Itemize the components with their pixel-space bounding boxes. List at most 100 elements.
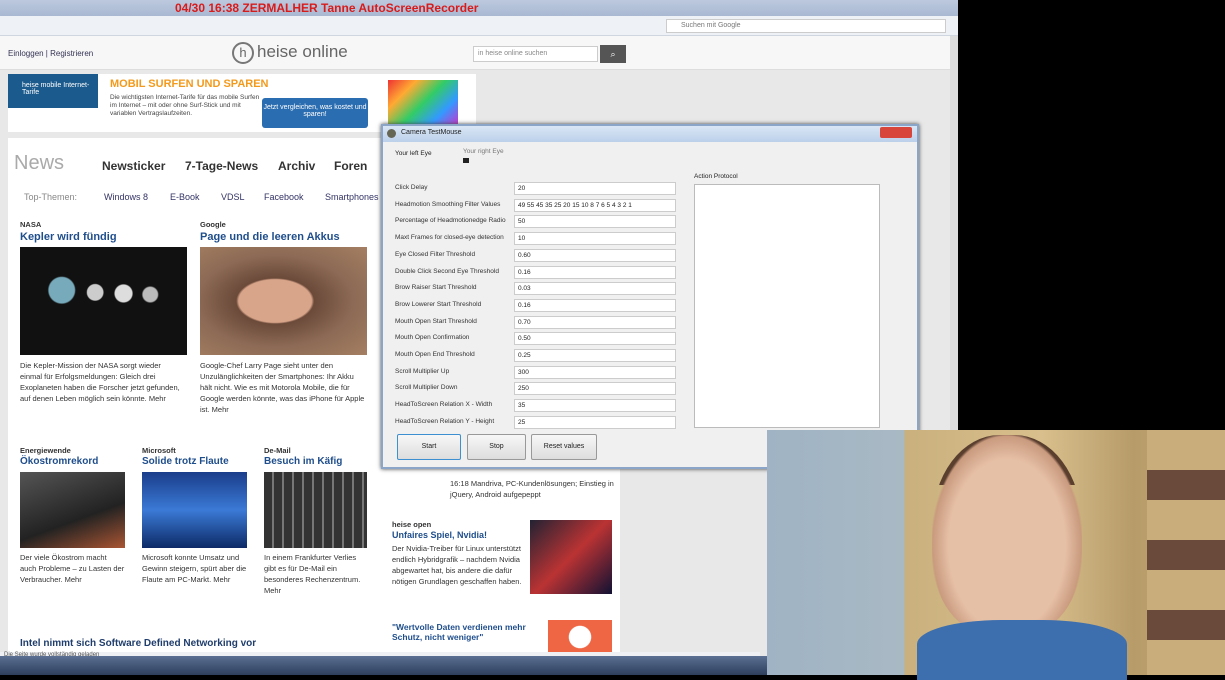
field-spinner[interactable]: 0.03 (514, 282, 676, 296)
google-search-input[interactable]: Suchen mit Google (666, 19, 946, 33)
right-eye-label: Your right Eye (463, 148, 504, 155)
article-text: Google-Chef Larry Page sieht unter den U… (200, 361, 365, 414)
start-button[interactable]: Start (397, 434, 461, 460)
topic-link[interactable]: Windows 8 (104, 192, 148, 202)
action-protocol-textarea[interactable] (694, 184, 880, 428)
larry-page-image[interactable] (200, 247, 367, 355)
field-label: Scroll Multiplier Down (395, 384, 458, 392)
nav-newsticker[interactable]: Newsticker (102, 159, 165, 173)
ad-title: MOBIL SURFEN UND SPAREN (110, 78, 269, 90)
article-headline[interactable]: Kepler wird fündig (20, 231, 117, 243)
bookshelf (1147, 430, 1225, 675)
field-label: Brow Raiser Start Threshold (395, 284, 477, 292)
field-label: Double Click Second Eye Threshold (395, 267, 499, 275)
field-spinner[interactable]: 25 (514, 415, 676, 429)
topic-link[interactable]: VDSL (221, 192, 245, 202)
field-spinner[interactable]: 0.70 (514, 315, 676, 329)
topic-link[interactable]: Smartphones (325, 192, 379, 202)
field-label: Click Delay (395, 184, 428, 191)
person-face (932, 435, 1082, 635)
ad-button[interactable]: Jetzt vergleichen, was kostet und sparen… (262, 98, 368, 128)
recorder-overlay: 04/30 16:38 ZERMALHER Tanne AutoScreenRe… (175, 1, 479, 15)
person-shirt (917, 620, 1127, 680)
field-spinner[interactable]: 250 (514, 382, 676, 396)
webcam-video (767, 430, 1225, 680)
nav-foren[interactable]: Foren (334, 159, 367, 173)
microsoft-image[interactable] (142, 472, 247, 548)
article-category: Microsoft (142, 446, 176, 455)
logo-text: heise online (257, 42, 348, 61)
field-label: Mouth Open Start Threshold (395, 317, 477, 325)
reset-values-button[interactable]: Reset values (531, 434, 597, 460)
right-eye-indicator (463, 158, 469, 163)
article-headline[interactable]: Solide trotz Flaute (142, 456, 229, 467)
ad-left-box: heise mobile Internet-Tarife (8, 74, 98, 108)
article-category: Energiewende (20, 446, 71, 455)
article-headline[interactable]: "Wertvolle Daten verdienen mehr Schutz, … (392, 622, 527, 642)
article-headline[interactable]: Unfaires Spiel, Nvidia! (392, 530, 487, 540)
field-spinner[interactable]: 20 (514, 182, 676, 195)
field-label: Eye Closed Filter Threshold (395, 250, 476, 258)
article-headline[interactable]: Intel nimmt sich Software Defined Networ… (20, 638, 256, 649)
field-label: Mouth Open End Threshold (395, 351, 475, 358)
dialog-title: Camera TestMouse (401, 129, 462, 136)
news-title: News (14, 152, 65, 174)
protocol-label: Action Protocol (694, 173, 738, 180)
field-spinner[interactable]: 0.16 (514, 298, 676, 312)
meter-image[interactable] (20, 472, 125, 548)
article-text: Der Nvidia-Treiber für Linux unterstützt… (392, 544, 522, 586)
field-spinner[interactable]: 50 (514, 215, 676, 229)
field-label: Headmotion Smoothing Filter Values (395, 200, 501, 208)
field-label: Brow Lowerer Start Threshold (395, 300, 482, 308)
top-themen-label: Top-Themen: (24, 192, 78, 202)
field-label: Mouth Open Confirmation (395, 334, 470, 342)
field-spinner[interactable]: 49 55 45 35 25 20 15 10 8 7 6 5 4 3 2 1 (514, 198, 676, 212)
app-icon (387, 129, 396, 138)
close-button[interactable] (880, 127, 912, 138)
field-label: HeadToScreen Relation X - Width (395, 401, 493, 409)
ad-image (388, 80, 458, 126)
login-link[interactable]: Einloggen | Registrieren (8, 49, 93, 58)
field-spinner[interactable]: 0.16 (514, 265, 676, 279)
datacenter-image[interactable] (264, 472, 367, 548)
at-sign-image (548, 620, 612, 654)
browser-toolbar: Suchen mit Google (0, 16, 958, 36)
field-spinner[interactable]: 0.60 (514, 248, 676, 262)
heise-header: Einloggen | Registrieren h heise online i… (0, 36, 950, 70)
topic-link[interactable]: Facebook (264, 192, 304, 202)
article-text: Der viele Ökostrom macht auch Probleme –… (20, 553, 125, 584)
article-category: Google (200, 220, 226, 229)
field-spinner[interactable]: 35 (514, 399, 676, 413)
planets-image[interactable] (20, 247, 187, 355)
field-label: Maxt Frames for closed-eye detection (395, 234, 504, 242)
topic-link[interactable]: E-Book (170, 192, 200, 202)
article-headline[interactable]: Page und die leeren Akkus (200, 231, 340, 243)
field-label: Percentage of Headmotionedge Radio (395, 217, 506, 225)
nav-archiv[interactable]: Archiv (278, 159, 315, 173)
window-titlebar (0, 0, 958, 16)
article-category: heise open (392, 520, 432, 529)
article-headline[interactable]: Besuch im Käfig (264, 456, 342, 467)
article-text: Die Kepler-Mission der NASA sorgt wieder… (20, 361, 180, 403)
heise-logo[interactable]: h heise online (232, 42, 348, 64)
ad-body: Die wichtigsten Internet-Tarife für das … (110, 94, 260, 117)
field-spinner[interactable]: 0.50 (514, 332, 676, 346)
field-spinner[interactable]: 10 (514, 232, 676, 246)
nvidia-image[interactable] (530, 520, 612, 594)
stop-button[interactable]: Stop (467, 434, 526, 460)
article-headline[interactable]: Ökostromrekord (20, 456, 98, 467)
article-category: De-Mail (264, 446, 291, 455)
news-ticker-text: 16:18 Mandriva, PC-Kundenlösungen; Einst… (450, 479, 614, 499)
magnifier-icon[interactable]: ⌕ (600, 45, 626, 63)
article-category: NASA (20, 220, 42, 229)
article-text: In einem Frankfurter Verlies gibt es für… (264, 553, 361, 595)
field-spinner[interactable]: 300 (514, 365, 676, 379)
camera-testmouse-dialog: Camera TestMouse Your left Eye Your righ… (381, 124, 919, 469)
article-text: Microsoft konnte Umsatz und Gewinn steig… (142, 553, 247, 584)
left-eye-label: Your left Eye (395, 150, 432, 157)
dialog-titlebar[interactable]: Camera TestMouse (383, 126, 917, 142)
field-spinner[interactable]: 0.25 (514, 349, 676, 362)
nav-7-tage[interactable]: 7-Tage-News (185, 159, 258, 173)
heise-search-input[interactable]: in heise online suchen (473, 46, 598, 62)
field-label: Scroll Multiplier Up (395, 367, 450, 375)
